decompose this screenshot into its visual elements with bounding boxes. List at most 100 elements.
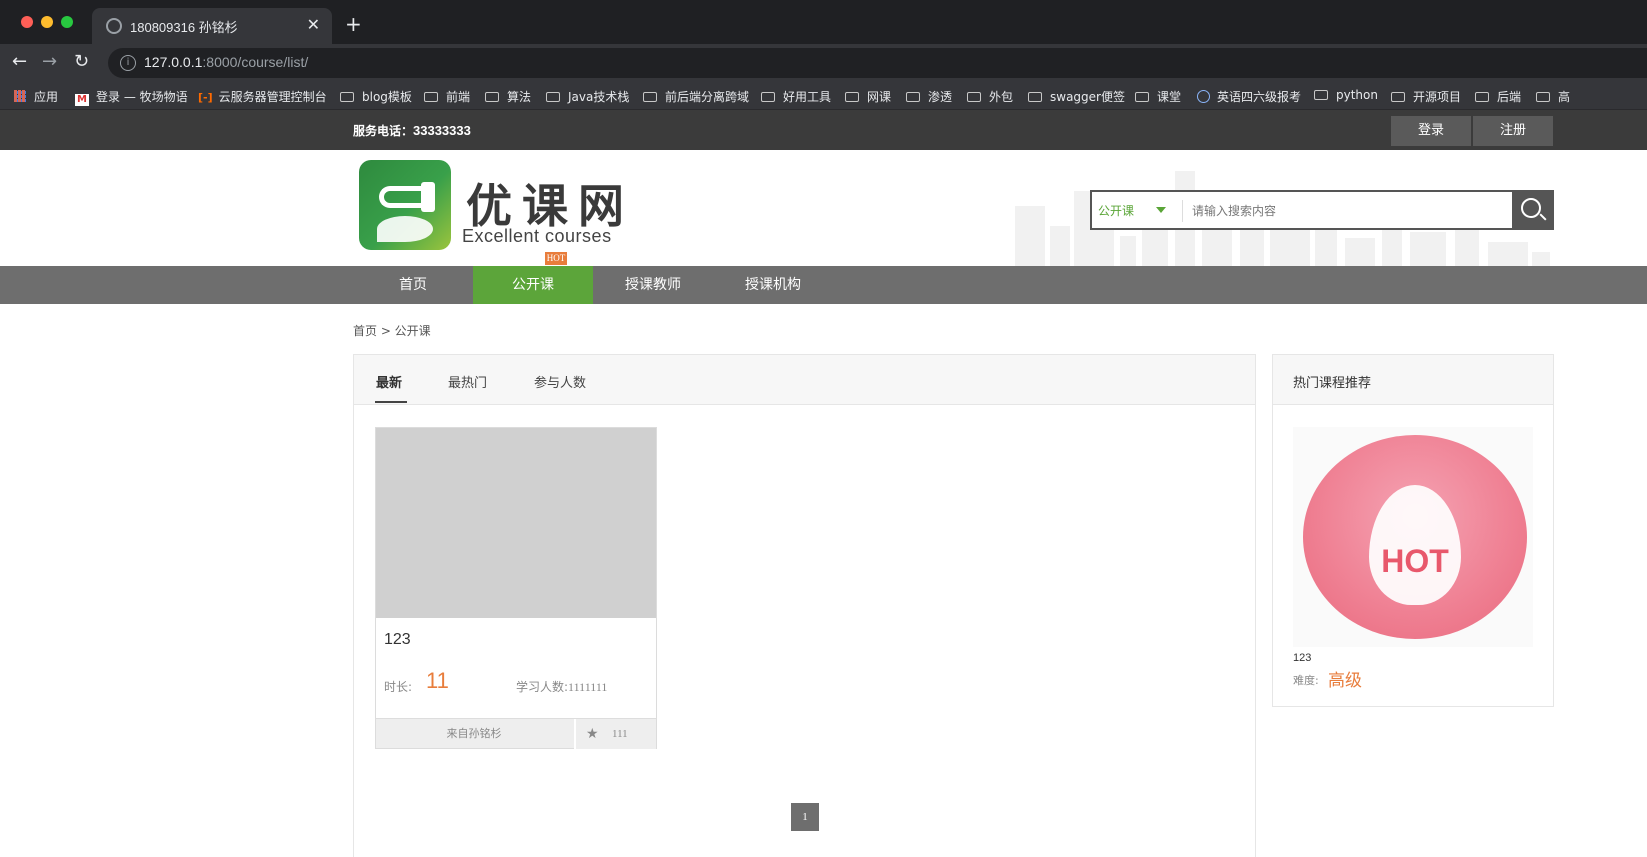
info-icon[interactable]: i (120, 55, 136, 71)
folder-icon (1536, 92, 1550, 102)
address-bar[interactable]: i 127.0.0.1:8000/course/list/ (108, 48, 1647, 78)
bookmark-apps[interactable]: 应用 (14, 88, 58, 105)
active-tab-indicator (375, 401, 407, 403)
hot-course-image[interactable]: HOT (1293, 427, 1533, 647)
folder-icon (340, 92, 354, 102)
bookmark-label: 前端 (446, 90, 471, 104)
students-label: 学习人数: (516, 680, 569, 694)
bookmark-folder[interactable]: 前后端分离跨域 (643, 88, 749, 105)
bookmark-label: 课堂 (1157, 90, 1182, 104)
sort-hottest[interactable]: 最热门 (448, 372, 487, 391)
hot-course-name[interactable]: 123 (1293, 652, 1311, 664)
search-button[interactable] (1512, 190, 1554, 230)
chevron-down-icon[interactable] (1156, 207, 1166, 213)
course-card[interactable]: 123 时长: 11 学习人数:1111111 来自孙铭杉 ★ 111 (375, 427, 657, 749)
bookmark-folder[interactable]: 外包 (967, 88, 1013, 105)
folder-icon (546, 92, 560, 102)
sort-participants[interactable]: 参与人数 (534, 372, 586, 391)
tab-title: 180809316 孙铭杉 (130, 20, 238, 35)
login-button[interactable]: 登录 (1391, 116, 1471, 146)
folder-icon (906, 92, 920, 102)
bookmark-item[interactable]: 英语四六级报考 (1197, 88, 1301, 105)
hot-courses-panel: 热门课程推荐 HOT 123 难度: 高级 (1272, 354, 1554, 707)
close-window-button[interactable] (21, 16, 33, 28)
folder-icon (1475, 92, 1489, 102)
course-thumbnail[interactable] (376, 428, 656, 618)
bookmark-folder[interactable]: 算法 (485, 88, 531, 105)
site-topbar: 服务电话：33333333 登录 注册 (0, 110, 1647, 150)
bookmark-folder[interactable]: 开源项目 (1391, 88, 1461, 105)
bookmark-item[interactable]: [-] 云服务器管理控制台 (198, 88, 327, 105)
bookmark-folder[interactable]: swagger便签 (1028, 88, 1125, 105)
search-category-select[interactable]: 公开课 (1098, 202, 1134, 219)
folder-icon (967, 92, 981, 102)
bookmark-folder[interactable]: 好用工具 (761, 88, 831, 105)
hot-image-text: HOT (1381, 543, 1449, 579)
site-header: 优课网 Excellent courses HOT 公开课 (0, 150, 1647, 266)
search-input[interactable] (1192, 198, 1492, 224)
nav-open-courses[interactable]: 公开课 (473, 266, 593, 304)
folder-icon (1391, 92, 1405, 102)
new-tab-icon[interactable]: + (345, 12, 362, 36)
plug-icon (379, 186, 427, 208)
hot-badge: HOT (545, 252, 567, 265)
maximize-window-button[interactable] (61, 16, 73, 28)
bookmark-item[interactable]: M 登录 — 牧场物语 (75, 88, 188, 106)
service-phone: 服务电话：33333333 (353, 122, 471, 139)
bookmark-folder[interactable]: 渗透 (906, 88, 952, 105)
bookmark-label: 高 (1558, 90, 1571, 104)
bookmark-folder[interactable]: blog模板 (340, 88, 412, 105)
bookmark-label: 英语四六级报考 (1217, 90, 1302, 104)
browser-tab[interactable]: 180809316 孙铭杉 ✕ (92, 8, 332, 44)
bookmark-label: blog模板 (362, 90, 412, 104)
close-tab-icon[interactable]: ✕ (307, 15, 320, 34)
page-1-button[interactable]: 1 (791, 803, 819, 831)
bookmark-label: 开源项目 (1413, 90, 1462, 104)
folder-icon (1028, 92, 1042, 102)
folder-icon (485, 92, 499, 102)
hot-courses-header: 热门课程推荐 (1273, 355, 1553, 405)
duration-label: 时长: (384, 680, 413, 694)
students-value: 1111111 (568, 680, 608, 694)
bookmark-label: Java技术栈 (568, 90, 630, 104)
register-button[interactable]: 注册 (1473, 116, 1553, 146)
bookmark-label: 网课 (867, 90, 892, 104)
main-nav: 首页 公开课 授课教师 授课机构 (0, 266, 1647, 304)
sort-tabs: 最新 最热门 参与人数 (354, 355, 1255, 405)
brand-name-en: Excellent courses (462, 226, 612, 246)
bookmark-label: 前后端分离跨域 (665, 90, 750, 104)
nav-teachers[interactable]: 授课教师 (593, 266, 713, 304)
minimize-window-button[interactable] (41, 16, 53, 28)
reload-icon[interactable]: ↻ (74, 51, 89, 72)
nav-home[interactable]: 首页 (353, 266, 473, 304)
bookmark-folder[interactable]: 网课 (845, 88, 891, 105)
search-icon (1521, 198, 1541, 218)
bookmark-folder[interactable]: 高 (1536, 88, 1570, 105)
folder-icon (761, 92, 775, 102)
url-host: 127.0.0.1 (144, 54, 203, 70)
bookmark-folder[interactable]: 课堂 (1135, 88, 1181, 105)
bookmark-folder[interactable]: Java技术栈 (546, 88, 629, 105)
back-arrow-icon[interactable]: ← (12, 51, 27, 72)
site-logo[interactable] (359, 160, 451, 250)
folder-icon (1135, 92, 1149, 102)
url-text: 127.0.0.1:8000/course/list/ (144, 54, 308, 70)
browser-tab-bar: 180809316 孙铭杉 ✕ + (0, 0, 1647, 44)
globe-icon (106, 18, 122, 34)
bookmark-folder[interactable]: python (1314, 88, 1378, 102)
forward-arrow-icon[interactable]: → (42, 51, 57, 72)
bookmarks-bar: 应用 M 登录 — 牧场物语 [-] 云服务器管理控制台 blog模板 前端 算法 … (0, 82, 1647, 110)
search-box: 公开课 (1090, 190, 1554, 230)
course-card-footer: 来自孙铭杉 ★ 111 (376, 718, 656, 749)
phone-number: 33333333 (413, 123, 471, 138)
course-author: 来自孙铭杉 (446, 727, 502, 740)
bookmark-folder[interactable]: 后端 (1475, 88, 1521, 105)
sort-latest[interactable]: 最新 (376, 372, 402, 391)
phone-label: 服务电话： (353, 124, 414, 138)
course-title[interactable]: 123 (384, 631, 411, 649)
favorite-count[interactable]: ★ 111 (574, 719, 656, 749)
cloud-console-icon: [-] (198, 91, 213, 104)
difficulty-label: 难度: (1293, 674, 1319, 687)
nav-institutions[interactable]: 授课机构 (713, 266, 833, 304)
bookmark-folder[interactable]: 前端 (424, 88, 470, 105)
